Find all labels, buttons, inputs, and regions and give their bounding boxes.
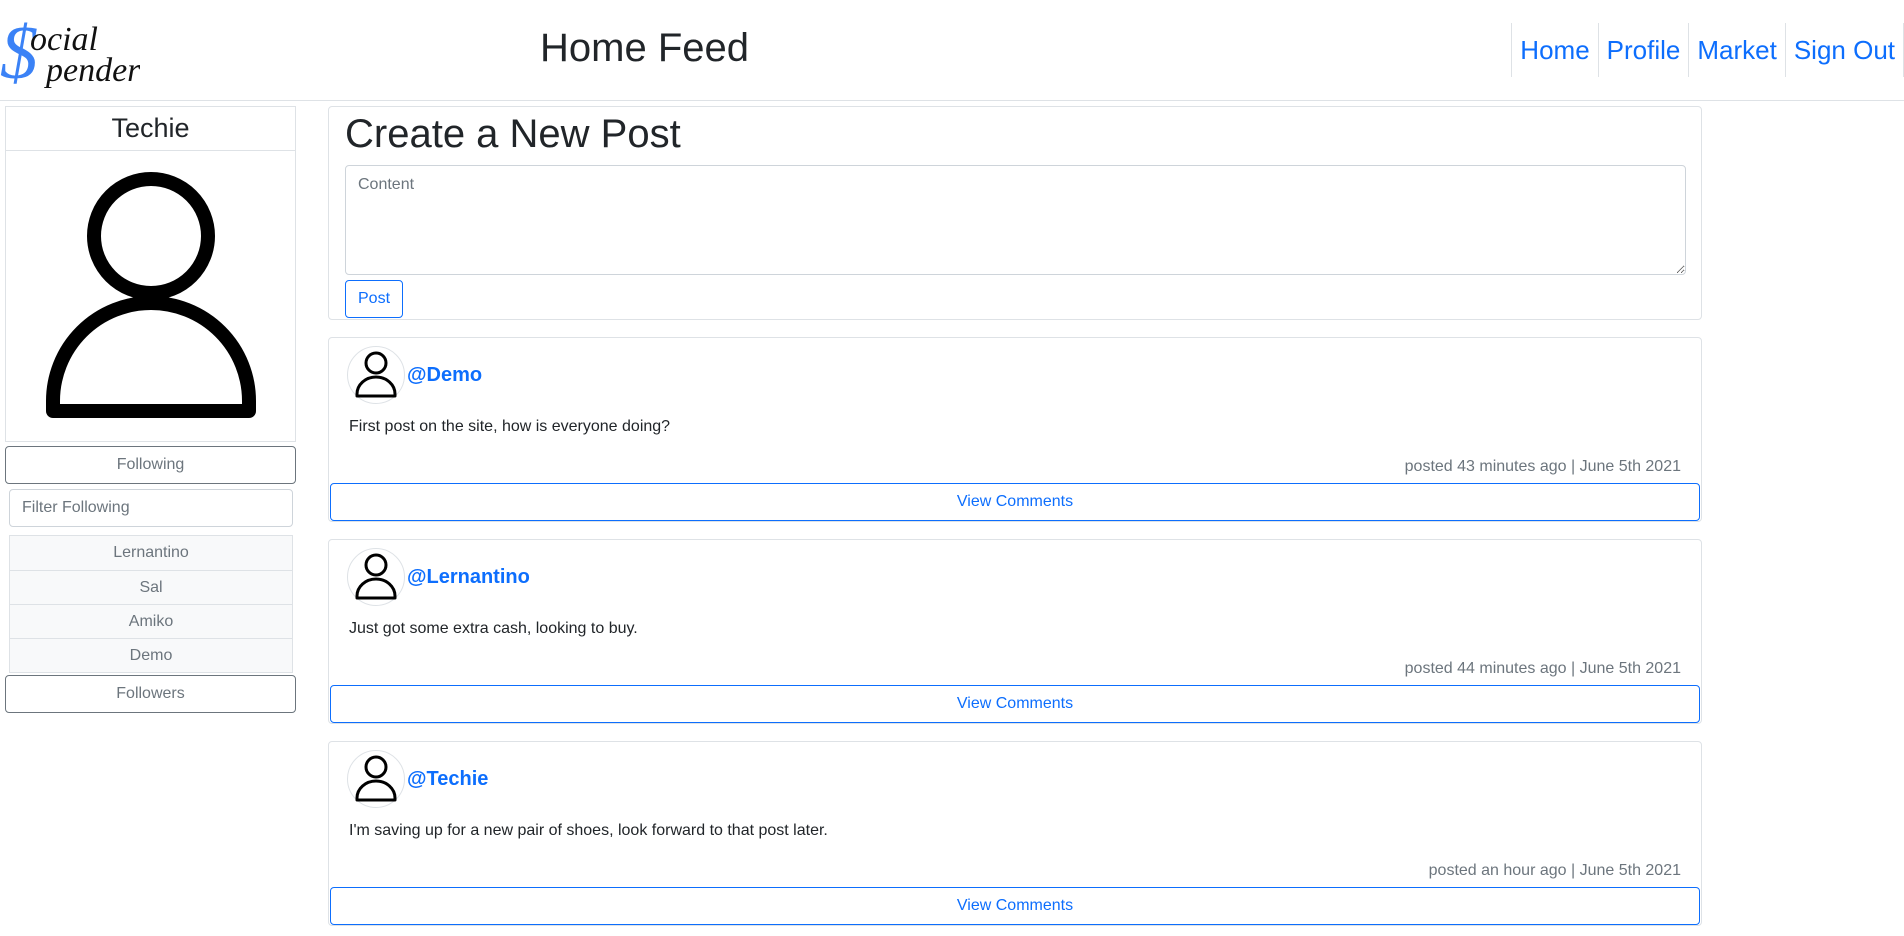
followers-button[interactable]: Followers: [5, 675, 296, 713]
main-nav: Home Profile Market Sign Out: [1511, 23, 1904, 77]
logo-word-spenders: penders: [44, 52, 140, 89]
dollar-sign-logo-icon: $ ocial penders: [0, 11, 154, 95]
nav-market[interactable]: Market: [1688, 23, 1784, 77]
following-list: Lernantino Sal Amiko Demo: [9, 535, 293, 673]
view-comments-button[interactable]: View Comments: [330, 483, 1700, 521]
post-timestamp: posted an hour ago | June 5th 2021: [1428, 862, 1681, 879]
post-card: @Demo First post on the site, how is eve…: [328, 337, 1702, 522]
post-content: First post on the site, how is everyone …: [349, 418, 671, 435]
view-comments-button[interactable]: View Comments: [330, 685, 1700, 723]
post-content-textarea[interactable]: [345, 165, 1686, 275]
following-item-sal[interactable]: Sal: [10, 570, 292, 604]
nav-home[interactable]: Home: [1511, 23, 1597, 77]
post-header: @Techie: [347, 750, 488, 808]
post-timestamp: posted 43 minutes ago | June 5th 2021: [1404, 458, 1681, 475]
post-avatar: [347, 346, 405, 404]
filter-following-input[interactable]: [9, 489, 293, 527]
post-submit-button[interactable]: Post: [345, 280, 404, 318]
post-username-link[interactable]: @Lernantino: [407, 566, 530, 589]
user-icon: [355, 755, 397, 802]
user-icon: [45, 172, 256, 418]
following-item-amiko[interactable]: Amiko: [10, 604, 292, 638]
sidebar-username: Techie: [5, 106, 296, 150]
create-post-card: Create a New Post Post: [328, 106, 1702, 320]
user-icon: [355, 351, 397, 398]
profile-avatar: [5, 150, 296, 442]
post-timestamp: posted 44 minutes ago | June 5th 2021: [1404, 660, 1681, 677]
top-navbar: $ ocial penders Home Feed Home Profile M…: [0, 0, 1904, 101]
brand-logo[interactable]: $ ocial penders: [0, 10, 154, 95]
nav-sign-out[interactable]: Sign Out: [1784, 23, 1904, 77]
post-card: @Techie I'm saving up for a new pair of …: [328, 741, 1702, 926]
post-avatar: [347, 548, 405, 606]
user-icon: [355, 553, 397, 600]
following-item-lernantino[interactable]: Lernantino: [10, 536, 292, 570]
post-username-link[interactable]: @Techie: [407, 768, 488, 791]
following-item-demo[interactable]: Demo: [10, 638, 292, 672]
create-post-title: Create a New Post: [345, 112, 681, 156]
post-header: @Demo: [347, 346, 482, 404]
page-title: Home Feed: [540, 26, 749, 70]
view-comments-button[interactable]: View Comments: [330, 887, 1700, 925]
post-content: I'm saving up for a new pair of shoes, l…: [349, 822, 828, 839]
profile-sidebar: Techie Following Lernantino Sal Amiko De…: [5, 106, 296, 713]
post-avatar: [347, 750, 405, 808]
post-username-link[interactable]: @Demo: [407, 364, 482, 387]
post-content: Just got some extra cash, looking to buy…: [349, 620, 638, 637]
following-button[interactable]: Following: [5, 446, 296, 484]
post-card: @Lernantino Just got some extra cash, lo…: [328, 539, 1702, 724]
post-header: @Lernantino: [347, 548, 530, 606]
feed-main: Create a New Post Post @Demo First post …: [328, 106, 1702, 926]
nav-profile[interactable]: Profile: [1597, 23, 1689, 77]
